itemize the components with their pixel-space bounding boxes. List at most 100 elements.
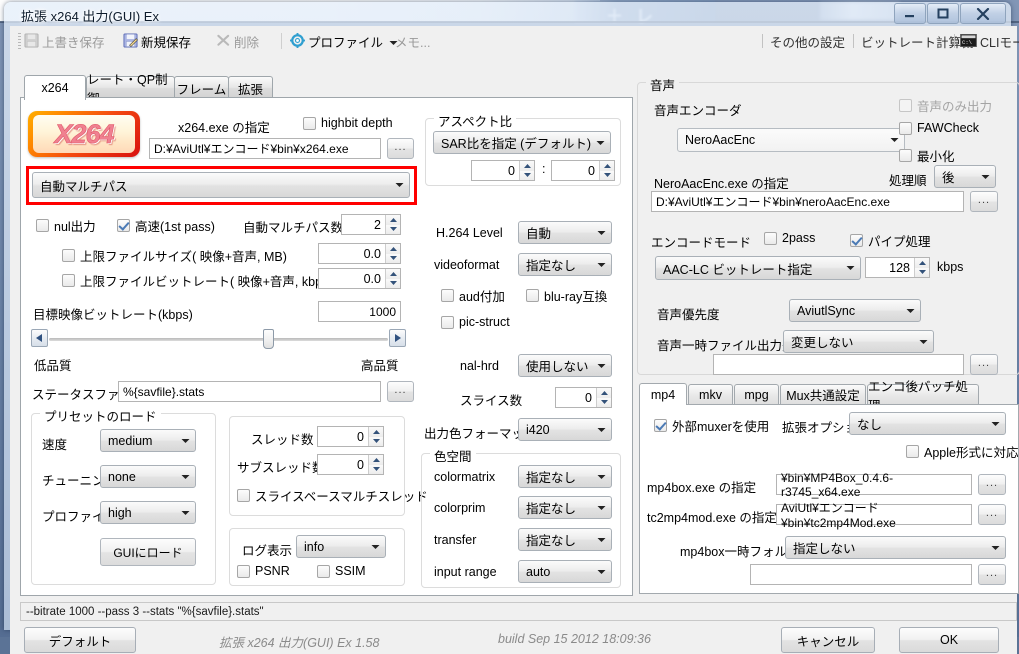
multipass-count-spinner[interactable]: 2 [341, 214, 401, 235]
max-filesize-checkbox[interactable]: 上限ファイルサイズ( 映像+音声, MB) [62, 246, 287, 265]
ok-button[interactable]: OK [899, 627, 999, 653]
spinner-up-icon[interactable] [519, 161, 534, 171]
spinner-buttons[interactable] [385, 215, 400, 234]
spinner-buttons[interactable] [599, 161, 614, 180]
spinner-up-icon[interactable] [596, 388, 611, 398]
nalhrd-combo[interactable]: 使用しない [518, 354, 612, 377]
tab-frame[interactable]: フレーム [174, 76, 229, 99]
picstruct-checkbox[interactable]: pic-struct [441, 315, 510, 329]
spinner-buttons[interactable] [914, 258, 929, 277]
input-range-combo[interactable]: auto [518, 560, 612, 583]
target-bitrate-input[interactable]: 1000 [318, 301, 401, 322]
use-external-muxer-checkbox[interactable]: 外部muxerを使用 [654, 416, 769, 435]
mux-tab-postbatch[interactable]: エンコ後バッチ処理 [867, 380, 979, 413]
colorprim-combo[interactable]: 指定なし [518, 496, 612, 519]
apple-compat-checkbox[interactable]: Apple形式に対応 [906, 442, 1018, 461]
audio-temp-browse-button[interactable]: ... [970, 354, 998, 375]
profile-combo[interactable]: high [100, 501, 196, 524]
other-settings-button[interactable]: その他の設定 [770, 32, 845, 51]
max-filesize-spinner[interactable]: 0.0 [318, 243, 401, 264]
color-format-combo[interactable]: i420 [518, 418, 612, 441]
tuning-combo[interactable]: none [100, 465, 196, 488]
spinner-up-icon[interactable] [385, 269, 400, 279]
cli-mode-button[interactable]: C:\ CLIモード [960, 32, 1019, 51]
audio-exe-path-input[interactable]: D:¥AviUtl¥エンコード¥bin¥neroAacEnc.exe [651, 191, 964, 212]
transfer-combo[interactable]: 指定なし [518, 528, 612, 551]
spinner-down-icon[interactable] [385, 278, 400, 288]
x264-exe-browse-button[interactable]: ... [387, 138, 414, 159]
overwrite-save-button[interactable]: 上書き保存 [24, 32, 105, 51]
profile-dropdown-button[interactable]: プロファイル [290, 32, 398, 51]
aspect-y-spinner[interactable]: 0 [551, 160, 615, 181]
spinner-buttons[interactable] [519, 161, 534, 180]
minimize-checkbox[interactable]: 最小化 [899, 146, 955, 165]
h264-level-combo[interactable]: 自動 [518, 221, 612, 244]
memo-button[interactable]: メモ... [395, 32, 430, 51]
close-button[interactable] [960, 3, 1006, 24]
spinner-down-icon[interactable] [596, 397, 611, 407]
threads-spinner[interactable]: 0 [317, 426, 384, 447]
mp4box-tempfolder-path-input[interactable] [750, 564, 972, 585]
audio-bitrate-spinner[interactable]: 128 [865, 257, 930, 278]
spinner-down-icon[interactable] [385, 253, 400, 263]
speed-combo[interactable]: medium [100, 429, 196, 452]
mux-tab-mkv[interactable]: mkv [688, 384, 733, 404]
fast-first-pass-checkbox[interactable]: 高速(1st pass) [117, 216, 215, 235]
title-bar[interactable]: 拡張 x264 出力(GUI) Ex [4, 2, 1011, 26]
minimize-button[interactable] [894, 3, 926, 24]
audio-encoder-combo[interactable]: NeroAacEnc [677, 128, 905, 152]
spinner-up-icon[interactable] [368, 455, 383, 465]
audio-encmode-combo[interactable]: AAC-LC ビットレート指定 [655, 256, 861, 280]
bitrate-calculator-button[interactable]: ビットレート計算機 [861, 32, 974, 51]
slice-mt-checkbox[interactable]: スライスベースマルチスレッド [237, 486, 428, 505]
process-order-combo[interactable]: 後 [934, 165, 996, 188]
audio-temp-combo[interactable]: 変更しない [783, 330, 934, 353]
default-button[interactable]: デフォルト [24, 627, 136, 653]
fawcheck-checkbox[interactable]: FAWCheck [899, 121, 979, 135]
ext-option-combo[interactable]: なし [849, 412, 1006, 435]
status-file-input[interactable]: %{savfile}.stats [118, 381, 381, 402]
twopass-checkbox[interactable]: 2pass [764, 231, 815, 245]
tab-extended[interactable]: 拡張 [228, 76, 273, 99]
status-file-browse-button[interactable]: ... [387, 381, 414, 402]
mp4box-tempfolder-browse-button[interactable]: ... [978, 564, 1006, 585]
nul-output-checkbox[interactable]: nul出力 [36, 216, 96, 235]
quality-slider[interactable] [31, 329, 406, 349]
slider-thumb[interactable] [263, 329, 274, 349]
mp4box-browse-button[interactable]: ... [978, 474, 1006, 495]
spinner-up-icon[interactable] [385, 215, 400, 225]
spinner-buttons[interactable] [596, 388, 611, 407]
colormatrix-combo[interactable]: 指定なし [518, 465, 612, 488]
x264-exe-path-input[interactable]: D:¥AviUtl¥エンコード¥bin¥x264.exe [149, 138, 381, 159]
slider-left-button[interactable] [31, 329, 48, 347]
aspect-x-spinner[interactable]: 0 [471, 160, 535, 181]
tc2mp4-path-input[interactable]: AviUtl¥エンコード¥bin¥tc2mp4Mod.exe [776, 501, 972, 530]
spinner-buttons[interactable] [385, 244, 400, 263]
spinner-buttons[interactable] [368, 455, 383, 474]
max-bitrate-checkbox[interactable]: 上限ファイルビットレート( 映像+音声, kbps) [62, 271, 332, 290]
spinner-buttons[interactable] [385, 269, 400, 288]
highbit-depth-checkbox[interactable]: highbit depth [303, 116, 393, 130]
mp4box-tempfolder-combo[interactable]: 指定しない [785, 536, 1006, 559]
maximize-button[interactable] [927, 3, 959, 24]
mux-tab-mp4[interactable]: mp4 [639, 383, 687, 405]
tc2mp4-browse-button[interactable]: ... [978, 504, 1006, 525]
new-save-button[interactable]: 新規保存 [123, 32, 191, 51]
max-bitrate-spinner[interactable]: 0.0 [318, 268, 401, 289]
spinner-down-icon[interactable] [385, 224, 400, 234]
spinner-up-icon[interactable] [368, 427, 383, 437]
tab-rate-qp[interactable]: レート・QP制御 [86, 73, 175, 106]
log-combo[interactable]: info [296, 535, 386, 558]
videoformat-combo[interactable]: 指定なし [518, 253, 612, 276]
audio-priority-combo[interactable]: AviutlSync [789, 299, 921, 322]
spinner-down-icon[interactable] [368, 464, 383, 474]
audio-only-checkbox[interactable]: 音声のみ出力 [899, 96, 992, 115]
aspect-mode-combo[interactable]: SAR比を指定 (デフォルト) [433, 131, 611, 154]
spinner-buttons[interactable] [368, 427, 383, 446]
spinner-down-icon[interactable] [599, 170, 614, 180]
ssim-checkbox[interactable]: SSIM [317, 564, 366, 578]
aud-checkbox[interactable]: aud付加 [441, 286, 505, 305]
audio-temp-path-input[interactable] [713, 354, 964, 375]
mux-tab-common[interactable]: Mux共通設定 [780, 384, 866, 404]
mp4box-path-input[interactable]: ¥bin¥MP4Box_0.4.6-r3745_x64.exe [776, 471, 972, 499]
